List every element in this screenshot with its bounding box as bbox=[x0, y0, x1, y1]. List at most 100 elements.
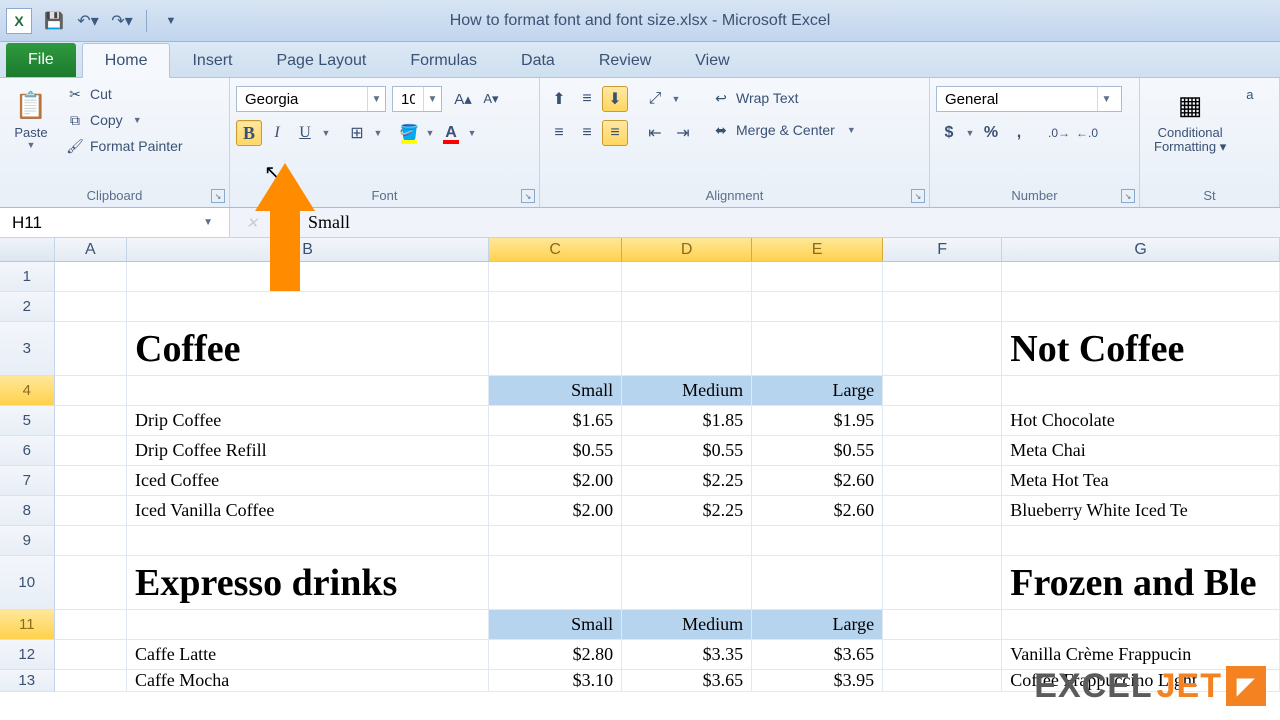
cell[interactable] bbox=[55, 526, 128, 556]
conditional-formatting-button[interactable]: ▦ Conditional Formatting ▾ bbox=[1146, 82, 1234, 159]
cell-B12[interactable]: Caffe Latte bbox=[127, 640, 489, 670]
row-hdr-4[interactable]: 4 bbox=[0, 376, 55, 406]
col-header-E[interactable]: E bbox=[752, 238, 883, 261]
increase-font-button[interactable]: A▴ bbox=[450, 86, 476, 112]
cell[interactable] bbox=[127, 526, 489, 556]
cell[interactable] bbox=[883, 640, 1002, 670]
tab-data[interactable]: Data bbox=[499, 44, 577, 77]
wrap-text-button[interactable]: ↩Wrap Text bbox=[706, 86, 862, 110]
align-left-button[interactable]: ≡ bbox=[546, 120, 572, 146]
italic-button[interactable]: I bbox=[264, 120, 290, 146]
orientation-button[interactable]: ⤢ bbox=[642, 86, 668, 112]
chevron-down-icon[interactable]: ▼ bbox=[367, 87, 385, 111]
cell[interactable] bbox=[752, 322, 883, 376]
cell-E13[interactable]: $3.95 bbox=[752, 670, 883, 692]
undo-button[interactable]: ↶▾ bbox=[74, 7, 102, 35]
decrease-indent-button[interactable]: ⇤ bbox=[642, 120, 668, 146]
cell[interactable] bbox=[55, 496, 128, 526]
percent-button[interactable]: % bbox=[978, 120, 1004, 146]
tab-page-layout[interactable]: Page Layout bbox=[254, 44, 388, 77]
cell[interactable] bbox=[489, 322, 622, 376]
cell-E12[interactable]: $3.65 bbox=[752, 640, 883, 670]
cell-B3[interactable]: Coffee bbox=[127, 322, 489, 376]
col-header-A[interactable]: A bbox=[55, 238, 127, 261]
font-color-button[interactable]: A bbox=[438, 120, 464, 146]
cell[interactable] bbox=[752, 262, 883, 292]
cell[interactable] bbox=[752, 526, 883, 556]
row-hdr-11[interactable]: 11 bbox=[0, 610, 55, 640]
cell[interactable] bbox=[883, 406, 1002, 436]
cell-C5[interactable]: $1.65 bbox=[489, 406, 622, 436]
tab-review[interactable]: Review bbox=[577, 44, 673, 77]
underline-dropdown[interactable]: ▼ bbox=[320, 120, 332, 146]
row-hdr-5[interactable]: 5 bbox=[0, 406, 55, 436]
cell-G10[interactable]: Frozen and Ble bbox=[1002, 556, 1280, 610]
cell[interactable] bbox=[883, 292, 1002, 322]
cell-C12[interactable]: $2.80 bbox=[489, 640, 622, 670]
row-hdr-2[interactable]: 2 bbox=[0, 292, 55, 322]
increase-indent-button[interactable]: ⇥ bbox=[670, 120, 696, 146]
cell-D4[interactable]: Medium bbox=[622, 376, 752, 406]
cell[interactable] bbox=[752, 556, 883, 610]
row-hdr-1[interactable]: 1 bbox=[0, 262, 55, 292]
col-header-B[interactable]: B bbox=[127, 238, 489, 261]
paste-button[interactable]: 📋 Paste ▼ bbox=[6, 82, 56, 154]
cell-G3[interactable]: Not Coffee bbox=[1002, 322, 1280, 376]
cell[interactable] bbox=[1002, 262, 1280, 292]
cell[interactable] bbox=[752, 292, 883, 322]
cell-D8[interactable]: $2.25 bbox=[622, 496, 752, 526]
cell-C13[interactable]: $3.10 bbox=[489, 670, 622, 692]
cell-B10[interactable]: Expresso drinks bbox=[127, 556, 489, 610]
cell[interactable] bbox=[489, 526, 622, 556]
cell-B6[interactable]: Drip Coffee Refill bbox=[127, 436, 489, 466]
borders-button[interactable]: ⊞ bbox=[344, 120, 370, 146]
align-bottom-button[interactable]: ⬇ bbox=[602, 86, 628, 112]
cell[interactable] bbox=[622, 322, 752, 376]
cell[interactable] bbox=[55, 556, 128, 610]
cell[interactable] bbox=[55, 610, 128, 640]
fx-icon[interactable]: fx bbox=[274, 211, 298, 235]
tab-home[interactable]: Home bbox=[82, 43, 171, 78]
cell-B7[interactable]: Iced Coffee bbox=[127, 466, 489, 496]
cell-G6[interactable]: Meta Chai bbox=[1002, 436, 1280, 466]
copy-button[interactable]: ⧉Copy▼ bbox=[60, 108, 189, 132]
cell-C8[interactable]: $2.00 bbox=[489, 496, 622, 526]
cell-C7[interactable]: $2.00 bbox=[489, 466, 622, 496]
cell[interactable] bbox=[1002, 526, 1280, 556]
row-hdr-12[interactable]: 12 bbox=[0, 640, 55, 670]
row-hdr-13[interactable]: 13 bbox=[0, 670, 55, 692]
align-right-button[interactable]: ≡ bbox=[602, 120, 628, 146]
cell-B13[interactable]: Caffe Mocha bbox=[127, 670, 489, 692]
font-color-dropdown[interactable]: ▼ bbox=[466, 120, 478, 146]
decrease-font-button[interactable]: A▾ bbox=[478, 86, 504, 112]
increase-decimal-button[interactable]: .0→ bbox=[1046, 120, 1072, 146]
cell-B5[interactable]: Drip Coffee bbox=[127, 406, 489, 436]
number-dialog-launcher[interactable]: ↘ bbox=[1121, 189, 1135, 203]
font-name-combo[interactable]: ▼ bbox=[236, 86, 386, 112]
cell[interactable] bbox=[883, 376, 1002, 406]
cell[interactable] bbox=[622, 526, 752, 556]
cell[interactable] bbox=[883, 556, 1002, 610]
cell[interactable] bbox=[489, 556, 622, 610]
cut-button[interactable]: ✂Cut bbox=[60, 82, 189, 106]
cell[interactable] bbox=[127, 292, 489, 322]
select-all-button[interactable] bbox=[0, 238, 55, 261]
font-size-input[interactable] bbox=[393, 87, 423, 111]
cell-E5[interactable]: $1.95 bbox=[752, 406, 883, 436]
cell-B8[interactable]: Iced Vanilla Coffee bbox=[127, 496, 489, 526]
clipboard-dialog-launcher[interactable]: ↘ bbox=[211, 189, 225, 203]
cell[interactable] bbox=[489, 292, 622, 322]
cell-E4[interactable]: Large bbox=[752, 376, 883, 406]
font-name-input[interactable] bbox=[237, 87, 367, 111]
cell[interactable] bbox=[55, 466, 128, 496]
row-hdr-7[interactable]: 7 bbox=[0, 466, 55, 496]
cell-E6[interactable]: $0.55 bbox=[752, 436, 883, 466]
cell[interactable] bbox=[883, 466, 1002, 496]
tab-formulas[interactable]: Formulas bbox=[388, 44, 499, 77]
cell[interactable] bbox=[883, 322, 1002, 376]
cell[interactable] bbox=[55, 670, 128, 692]
underline-button[interactable]: U bbox=[292, 120, 318, 146]
decrease-decimal-button[interactable]: ←.0 bbox=[1074, 120, 1100, 146]
accounting-dropdown[interactable]: ▼ bbox=[964, 120, 976, 146]
cell[interactable] bbox=[55, 640, 128, 670]
